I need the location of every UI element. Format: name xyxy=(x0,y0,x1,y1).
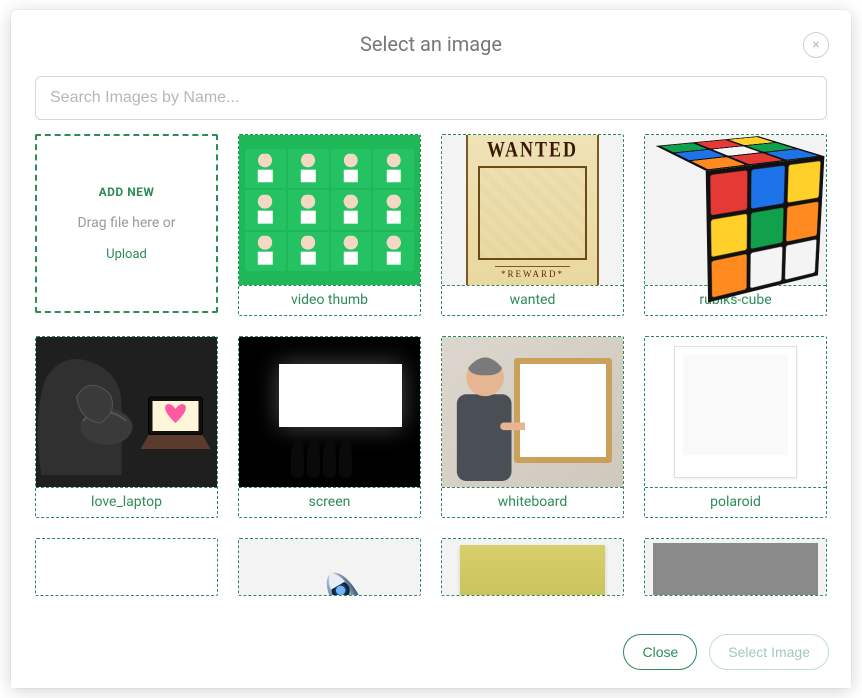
image-tile-partial-1[interactable] xyxy=(35,538,218,596)
image-caption: love_laptop xyxy=(36,487,217,517)
upload-heading: ADD NEW xyxy=(99,185,155,199)
thumbnail xyxy=(36,337,217,487)
close-button[interactable]: Close xyxy=(623,634,697,670)
search-container xyxy=(11,66,851,134)
image-grid: ADD NEW Drag file here or Upload video t… xyxy=(35,134,827,596)
modal-header: Select an image xyxy=(11,10,851,66)
image-tile-partial-4[interactable] xyxy=(644,538,827,596)
image-tile-polaroid[interactable]: polaroid xyxy=(644,336,827,518)
close-icon[interactable]: × xyxy=(803,32,829,58)
modal-title: Select an image xyxy=(35,32,827,56)
thumbnail xyxy=(239,135,420,285)
thumbnail xyxy=(36,539,217,595)
wanted-footer: *REWARD* xyxy=(495,266,570,281)
image-tile-partial-3[interactable] xyxy=(441,538,624,596)
search-input[interactable] xyxy=(35,76,827,120)
image-caption: polaroid xyxy=(645,487,826,517)
select-image-button[interactable]: Select Image xyxy=(709,634,829,670)
select-image-modal: × Select an image ADD NEW Drag file here… xyxy=(11,10,851,688)
wanted-headline: WANTED xyxy=(487,136,578,162)
upload-link[interactable]: Upload xyxy=(106,247,147,262)
thumbnail xyxy=(442,539,623,595)
thumbnail xyxy=(442,337,623,487)
image-tile-screen[interactable]: screen xyxy=(238,336,421,518)
thumbnail xyxy=(239,539,420,595)
thumbnail xyxy=(239,337,420,487)
image-tile-whiteboard[interactable]: whiteboard xyxy=(441,336,624,518)
image-tile-love-laptop[interactable]: love_laptop xyxy=(35,336,218,518)
image-tile-wanted[interactable]: WANTED *REWARD* wanted xyxy=(441,134,624,316)
thumbnail xyxy=(645,135,826,285)
add-new-upload-tile[interactable]: ADD NEW Drag file here or Upload xyxy=(35,134,218,313)
image-tile-partial-2[interactable] xyxy=(238,538,421,596)
image-caption: screen xyxy=(239,487,420,517)
image-caption: wanted xyxy=(442,285,623,315)
image-tile-video-thumb[interactable]: video thumb xyxy=(238,134,421,316)
thumbnail: WANTED *REWARD* xyxy=(442,135,623,285)
image-caption: whiteboard xyxy=(442,487,623,517)
thumbnail xyxy=(645,337,826,487)
image-tile-rubiks-cube[interactable]: rubiks-cube xyxy=(644,134,827,316)
image-grid-container: ADD NEW Drag file here or Upload video t… xyxy=(11,134,851,688)
image-caption: video thumb xyxy=(239,285,420,315)
upload-drag-text: Drag file here or xyxy=(77,215,175,231)
thumbnail xyxy=(645,539,826,595)
